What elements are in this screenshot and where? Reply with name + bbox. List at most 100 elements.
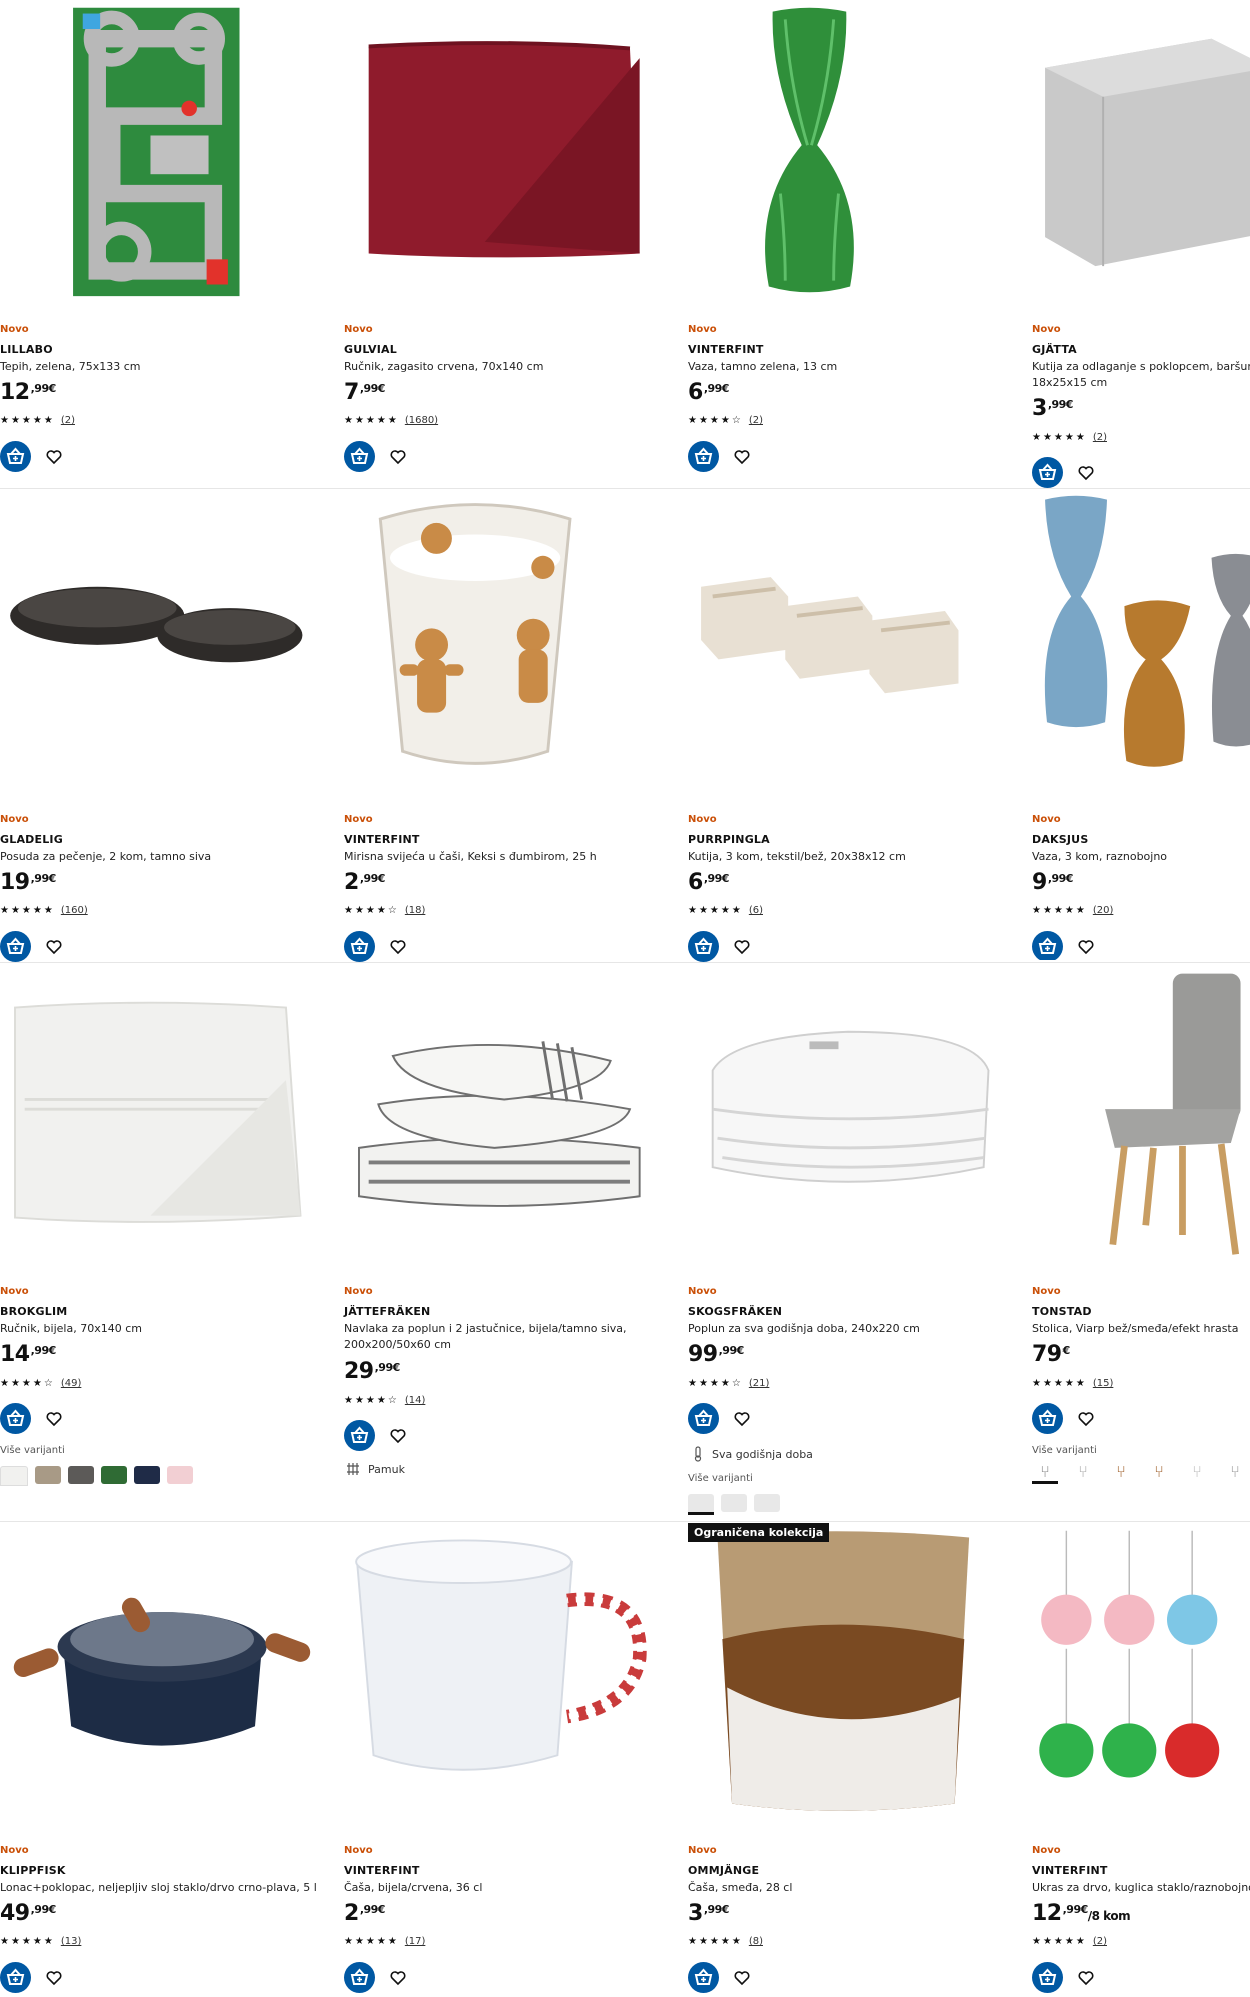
product-card[interactable]: Novo PURRPINGLA Kutija, 3 kom, tekstil/b… bbox=[688, 490, 1033, 962]
mug-image[interactable] bbox=[344, 1523, 674, 1823]
chair-variant-swatch[interactable]: ⑂ bbox=[1070, 1463, 1096, 1481]
add-to-cart-button[interactable] bbox=[688, 441, 719, 472]
product-description[interactable]: Kutija, 3 kom, tekstil/bež, 20x38x12 cm bbox=[688, 849, 1018, 865]
heart-icon[interactable] bbox=[389, 938, 407, 956]
rating[interactable]: ★★★★☆ (49) bbox=[0, 1378, 81, 1389]
add-to-cart-button[interactable] bbox=[344, 931, 375, 962]
rating[interactable]: ★★★★☆ (14) bbox=[344, 1395, 425, 1406]
product-description[interactable]: Ukras za drvo, kuglica staklo/raznobojno… bbox=[1032, 1880, 1250, 1896]
rating-count[interactable]: (13) bbox=[61, 1936, 82, 1947]
white-towel-image[interactable] bbox=[0, 964, 330, 1264]
baubles-image[interactable] bbox=[1032, 1523, 1250, 1823]
product-card[interactable]: Novo TONSTAD Stolica, Viarp bež/smeđa/ef… bbox=[1032, 964, 1250, 1519]
rating[interactable]: ★★★★★ (6) bbox=[688, 905, 763, 916]
product-name[interactable]: VINTERFINT bbox=[688, 343, 764, 356]
product-card[interactable]: Ograničena kolekcija Novo OMMJÄNGE Čaša,… bbox=[688, 1523, 1033, 1994]
product-name[interactable]: DAKSJUS bbox=[1032, 833, 1088, 846]
rating[interactable]: ★★★★☆ (18) bbox=[344, 905, 425, 916]
add-to-cart-button[interactable] bbox=[0, 441, 31, 472]
product-description[interactable]: Vaza, tamno zelena, 13 cm bbox=[688, 359, 1018, 375]
rating[interactable]: ★★★★★ (8) bbox=[688, 1936, 763, 1947]
rating-count[interactable]: (8) bbox=[749, 1936, 763, 1947]
variant-swatch[interactable] bbox=[68, 1466, 94, 1484]
add-to-cart-button[interactable] bbox=[0, 1962, 31, 1993]
add-to-cart-button[interactable] bbox=[1032, 1962, 1063, 1993]
add-to-cart-button[interactable] bbox=[0, 1403, 31, 1434]
product-description[interactable]: Lonac+poklopac, neljepljiv sloj staklo/d… bbox=[0, 1880, 330, 1896]
towel-image[interactable] bbox=[344, 0, 674, 300]
heart-icon[interactable] bbox=[733, 448, 751, 466]
chair-variant-swatch[interactable]: ⑂ bbox=[1032, 1463, 1058, 1484]
glass-image[interactable] bbox=[688, 1523, 1018, 1823]
rating[interactable]: ★★★★★ (2) bbox=[1032, 432, 1107, 443]
product-card[interactable]: Novo VINTERFINT Vaza, tamno zelena, 13 c… bbox=[688, 0, 1033, 488]
variant-swatch[interactable] bbox=[721, 1494, 747, 1512]
candle-image[interactable] bbox=[344, 490, 674, 790]
variant-swatch[interactable] bbox=[754, 1494, 780, 1512]
add-to-cart-button[interactable] bbox=[1032, 1403, 1063, 1434]
product-card[interactable]: Novo VINTERFINT Čaša, bijela/crvena, 36 … bbox=[344, 1523, 689, 1994]
rating[interactable]: ★★★★★ (13) bbox=[0, 1936, 81, 1947]
heart-icon[interactable] bbox=[1077, 1410, 1095, 1428]
product-description[interactable]: Posuda za pečenje, 2 kom, tamno siva bbox=[0, 849, 330, 865]
add-to-cart-button[interactable] bbox=[0, 931, 31, 962]
product-name[interactable]: GULVIAL bbox=[344, 343, 397, 356]
variant-swatch[interactable] bbox=[134, 1466, 160, 1484]
box-image[interactable] bbox=[1032, 0, 1250, 300]
rating-count[interactable]: (14) bbox=[405, 1395, 426, 1406]
product-description[interactable]: Navlaka za poplun i 2 jastučnice, bijela… bbox=[344, 1321, 634, 1353]
rug-image[interactable] bbox=[0, 0, 330, 300]
variant-swatch[interactable] bbox=[35, 1466, 61, 1484]
rating[interactable]: ★★★★★ (20) bbox=[1032, 905, 1113, 916]
heart-icon[interactable] bbox=[733, 938, 751, 956]
rating-count[interactable]: (2) bbox=[749, 415, 763, 426]
add-to-cart-button[interactable] bbox=[1032, 931, 1063, 960]
heart-icon[interactable] bbox=[1077, 938, 1095, 956]
rating-count[interactable]: (1680) bbox=[405, 415, 438, 426]
product-card[interactable]: Novo BROKGLIM Ručnik, bijela, 70x140 cm … bbox=[0, 964, 345, 1519]
product-description[interactable]: Stolica, Viarp bež/smeđa/efekt hrasta bbox=[1032, 1321, 1250, 1337]
rating[interactable]: ★★★★☆ (21) bbox=[688, 1378, 769, 1389]
heart-icon[interactable] bbox=[45, 1969, 63, 1987]
product-name[interactable]: GJÄTTA bbox=[1032, 343, 1077, 356]
product-description[interactable]: Poplun za sva godišnja doba, 240x220 cm bbox=[688, 1321, 1018, 1337]
add-to-cart-button[interactable] bbox=[688, 931, 719, 962]
heart-icon[interactable] bbox=[45, 448, 63, 466]
rating-count[interactable]: (2) bbox=[1093, 1936, 1107, 1947]
rating-count[interactable]: (17) bbox=[405, 1936, 426, 1947]
heart-icon[interactable] bbox=[389, 1969, 407, 1987]
product-card[interactable]: Novo DAKSJUS Vaza, 3 kom, raznobojno 9,9… bbox=[1032, 490, 1250, 960]
vases-image[interactable] bbox=[1032, 490, 1250, 790]
variant-swatch[interactable] bbox=[688, 1494, 714, 1515]
product-description[interactable]: Čaša, bijela/crvena, 36 cl bbox=[344, 1880, 674, 1896]
heart-icon[interactable] bbox=[733, 1969, 751, 1987]
duvet-image[interactable] bbox=[688, 964, 1018, 1264]
heart-icon[interactable] bbox=[389, 1427, 407, 1445]
add-to-cart-button[interactable] bbox=[344, 441, 375, 472]
product-name[interactable]: JÄTTEFRÄKEN bbox=[344, 1305, 430, 1318]
product-name[interactable]: VINTERFINT bbox=[344, 833, 420, 846]
product-name[interactable]: OMMJÄNGE bbox=[688, 1864, 759, 1877]
product-description[interactable]: Vaza, 3 kom, raznobojno bbox=[1032, 849, 1250, 865]
rating[interactable]: ★★★★★ (15) bbox=[1032, 1378, 1113, 1389]
product-name[interactable]: BROKGLIM bbox=[0, 1305, 67, 1318]
rating-count[interactable]: (49) bbox=[61, 1378, 82, 1389]
chair-variant-swatch[interactable]: ⑂ bbox=[1146, 1463, 1172, 1481]
heart-icon[interactable] bbox=[733, 1410, 751, 1428]
variant-swatch[interactable] bbox=[101, 1466, 127, 1484]
bowls-image[interactable] bbox=[0, 490, 330, 790]
chair-variant-swatch[interactable]: ⑂ bbox=[1184, 1463, 1210, 1481]
product-name[interactable]: PURRPINGLA bbox=[688, 833, 770, 846]
rating-count[interactable]: (21) bbox=[749, 1378, 770, 1389]
product-name[interactable]: KLIPPFISK bbox=[0, 1864, 66, 1877]
product-description[interactable]: Ručnik, zagasito crvena, 70x140 cm bbox=[344, 359, 674, 375]
add-to-cart-button[interactable] bbox=[344, 1420, 375, 1451]
variant-swatch[interactable] bbox=[167, 1466, 193, 1484]
product-card[interactable]: Novo KLIPPFISK Lonac+poklopac, neljeplji… bbox=[0, 1523, 345, 1994]
heart-icon[interactable] bbox=[1077, 464, 1095, 482]
product-card[interactable]: Novo GJÄTTA Kutija za odlaganje s poklop… bbox=[1032, 0, 1250, 488]
rating[interactable]: ★★★★★ (2) bbox=[0, 415, 75, 426]
add-to-cart-button[interactable] bbox=[688, 1962, 719, 1993]
product-card[interactable]: Novo SKOGSFRÄKEN Poplun za sva godišnja … bbox=[688, 964, 1033, 1519]
chair-variant-swatch[interactable]: ⑂ bbox=[1108, 1463, 1134, 1481]
